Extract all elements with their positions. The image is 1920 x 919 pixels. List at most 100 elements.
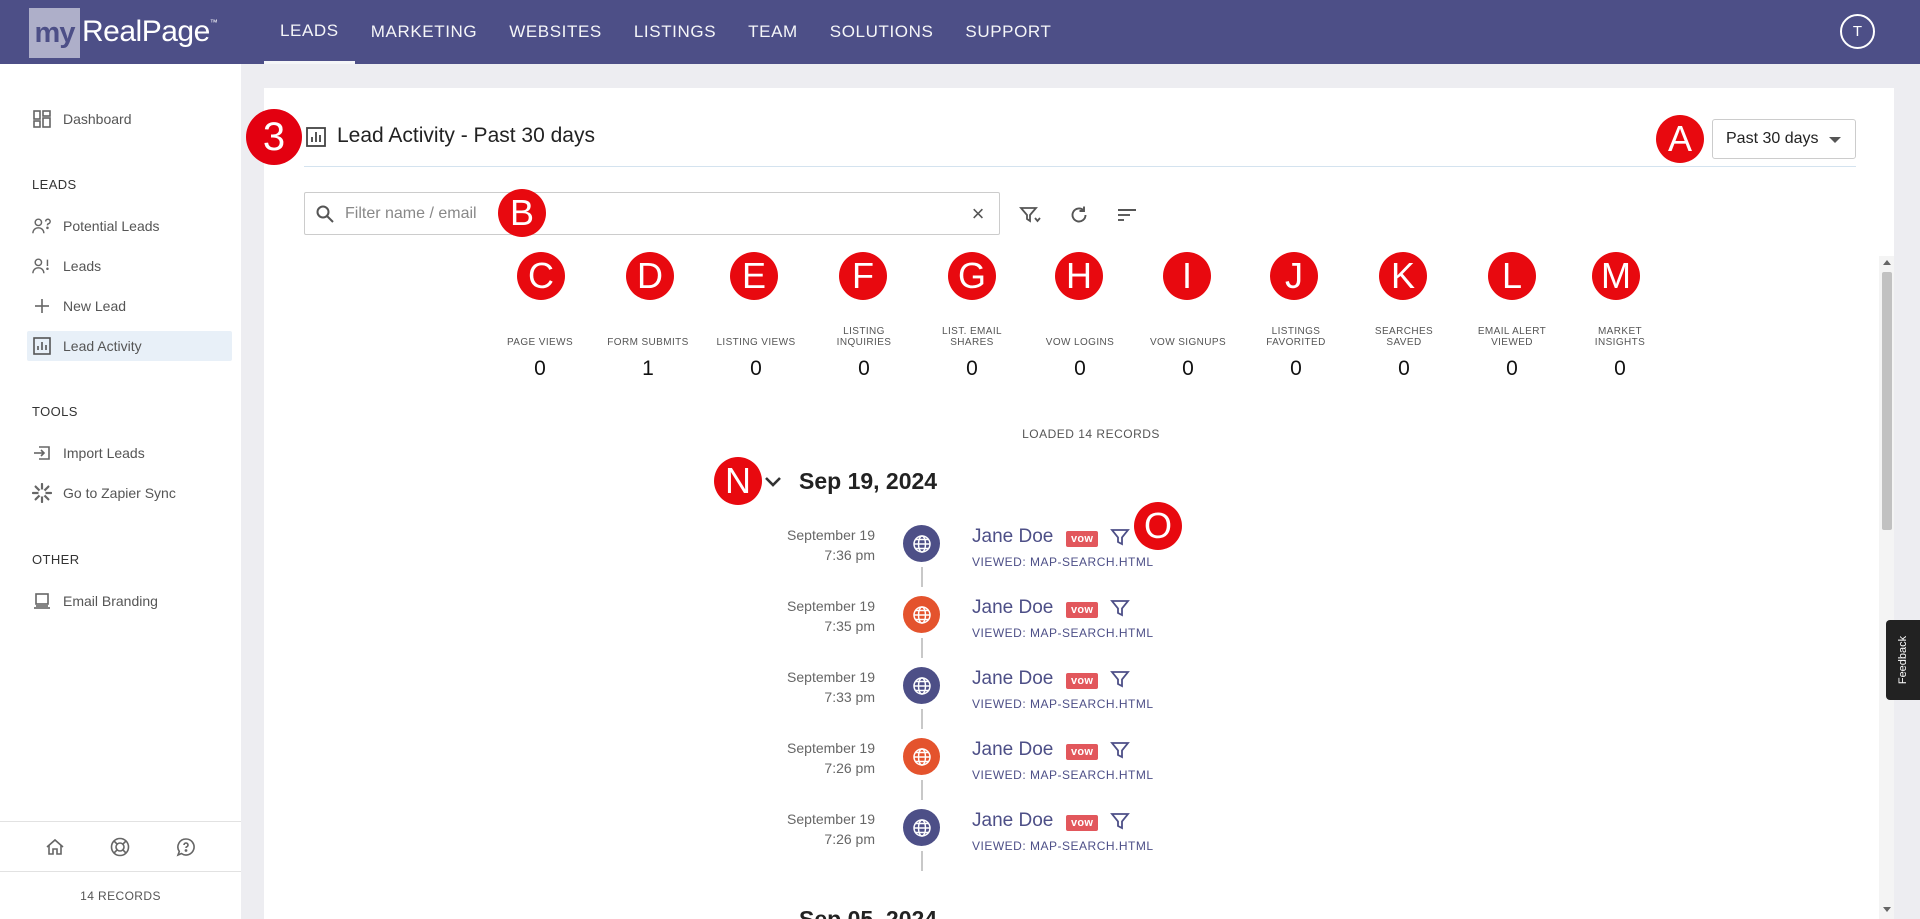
globe-icon	[903, 809, 940, 846]
stat-list-email-shares[interactable]: LIST. EMAIL SHARES 0	[926, 314, 1018, 381]
sidebar-item-label: Potential Leads	[63, 218, 160, 234]
sidebar-header-leads: LEADS	[32, 177, 77, 192]
event-date: September 19	[787, 598, 875, 614]
stat-value: 0	[1182, 357, 1194, 380]
filter-icon[interactable]	[1110, 740, 1132, 762]
event-action-label: VIEWED:	[972, 697, 1027, 711]
help-chat-icon[interactable]	[174, 835, 198, 859]
person-question-icon	[32, 216, 52, 236]
sidebar-item-potential-leads[interactable]: Potential Leads	[27, 211, 232, 241]
stat-label: LISTING INQUIRIES	[836, 326, 892, 348]
lead-name-link[interactable]: Jane Doe	[972, 597, 1053, 619]
stat-listing-views[interactable]: LISTING VIEWS 0	[710, 314, 802, 381]
stat-vow-logins[interactable]: VOW LOGINS 0	[1034, 314, 1126, 381]
main-nav: LEADS MARKETING WEBSITES LISTINGS TEAM S…	[264, 0, 1067, 64]
sidebar-item-email-branding[interactable]: Email Branding	[27, 586, 232, 616]
stat-value: 1	[642, 357, 654, 380]
timeline-connector	[921, 851, 923, 871]
stat-listing-inquiries[interactable]: LISTING INQUIRIES 0	[818, 314, 910, 381]
plus-icon	[32, 296, 52, 316]
annotation-badge-a: A	[1656, 115, 1704, 163]
event-action: VIEWED: MAP-SEARCH.HTML	[972, 697, 1154, 711]
filter-icon[interactable]	[1110, 669, 1132, 691]
scrollbar-thumb[interactable]	[1882, 272, 1892, 530]
scroll-up-arrow-icon[interactable]	[1883, 260, 1891, 265]
page-title: Lead Activity - Past 30 days	[337, 124, 595, 147]
stat-vow-signups[interactable]: VOW SIGNUPS 0	[1142, 314, 1234, 381]
annotation-badge-h: H	[1055, 252, 1103, 300]
globe-icon	[903, 667, 940, 704]
stat-page-views[interactable]: PAGE VIEWS 0	[494, 314, 586, 381]
sidebar-item-label: Email Branding	[63, 593, 158, 609]
nav-listings[interactable]: LISTINGS	[618, 0, 732, 64]
filter-dropdown-icon[interactable]	[1018, 203, 1042, 227]
stat-value: 0	[1398, 357, 1410, 380]
logo-my-mark: my	[29, 8, 80, 58]
stat-email-alert-viewed[interactable]: EMAIL ALERT VIEWED 0	[1466, 314, 1558, 381]
event-datetime: September 19 7:26 pm	[700, 738, 875, 778]
event-time: 7:26 pm	[824, 760, 875, 776]
refresh-icon[interactable]	[1067, 203, 1091, 227]
logo-trademark: ™	[209, 18, 218, 27]
lead-name-link[interactable]: Jane Doe	[972, 739, 1053, 761]
sidebar-records-count: 14 RECORDS	[0, 871, 241, 919]
stat-form-submits[interactable]: FORM SUBMITS 1	[602, 314, 694, 381]
filter-icon[interactable]	[1110, 527, 1132, 549]
nav-support[interactable]: SUPPORT	[949, 0, 1067, 64]
scroll-down-arrow-icon[interactable]	[1883, 907, 1891, 912]
user-avatar[interactable]: T	[1840, 14, 1875, 49]
stat-searches-saved[interactable]: SEARCHES SAVED 0	[1358, 314, 1450, 381]
date-range-value: Past 30 days	[1726, 130, 1819, 147]
dashboard-icon	[32, 109, 52, 129]
sidebar-item-leads[interactable]: Leads	[27, 251, 232, 281]
feedback-tab[interactable]: Feedback	[1886, 620, 1920, 700]
sidebar-item-dashboard[interactable]: Dashboard	[27, 104, 232, 134]
lead-name-link[interactable]: Jane Doe	[972, 810, 1053, 832]
clear-icon[interactable]: ×	[967, 203, 989, 225]
loaded-records-text: LOADED 14 RECORDS	[1022, 427, 1160, 441]
globe-icon	[903, 525, 940, 562]
sidebar-item-new-lead[interactable]: New Lead	[27, 291, 232, 321]
sidebar-header-tools: TOOLS	[32, 404, 78, 419]
vow-badge: vow	[1066, 602, 1099, 618]
chevron-down-icon[interactable]	[762, 470, 784, 492]
vow-badge: vow	[1066, 531, 1099, 547]
stat-label: LIST. EMAIL SHARES	[942, 326, 1002, 348]
lead-name-link[interactable]: Jane Doe	[972, 668, 1053, 690]
annotation-badge-b: B	[498, 189, 546, 237]
sidebar-item-lead-activity[interactable]: Lead Activity	[27, 331, 232, 361]
home-icon[interactable]	[43, 835, 67, 859]
lead-name-link[interactable]: Jane Doe	[972, 526, 1053, 548]
annotation-badge-n: N	[714, 457, 762, 505]
next-day-heading: Sep 05, 2024	[799, 906, 938, 919]
stat-value: 0	[1506, 357, 1518, 380]
feedback-label: Feedback	[1897, 635, 1909, 685]
bar-chart-icon	[306, 127, 326, 147]
sidebar-item-label: New Lead	[63, 298, 127, 314]
nav-team[interactable]: TEAM	[732, 0, 814, 64]
stat-value: 0	[1290, 357, 1302, 380]
event-action-label: VIEWED:	[972, 626, 1027, 640]
stat-market-insights[interactable]: MARKET INSIGHTS 0	[1574, 314, 1666, 381]
event-datetime: September 19 7:35 pm	[700, 596, 875, 636]
myrealpage-logo[interactable]: my RealPage ™	[29, 8, 218, 58]
nav-marketing[interactable]: MARKETING	[355, 0, 493, 64]
nav-websites[interactable]: WEBSITES	[493, 0, 618, 64]
lifebuoy-icon[interactable]	[108, 835, 132, 859]
sidebar-item-import-leads[interactable]: Import Leads	[27, 438, 232, 468]
event-datetime: September 19 7:36 pm	[700, 525, 875, 565]
search-input[interactable]	[345, 199, 945, 229]
sidebar-item-zapier-sync[interactable]: Go to Zapier Sync	[27, 478, 232, 508]
sidebar-item-label: Import Leads	[63, 445, 145, 461]
sort-icon[interactable]	[1115, 203, 1139, 227]
title-divider	[304, 166, 1856, 167]
nav-solutions[interactable]: SOLUTIONS	[814, 0, 950, 64]
stat-value: 0	[1614, 357, 1626, 380]
nav-leads[interactable]: LEADS	[264, 0, 355, 64]
event-action-label: VIEWED:	[972, 839, 1027, 853]
filter-icon[interactable]	[1110, 598, 1132, 620]
annotation-badge-o: O	[1134, 502, 1182, 550]
stat-listings-favorited[interactable]: LISTINGS FAVORITED 0	[1250, 314, 1342, 381]
date-range-select[interactable]: Past 30 days	[1712, 119, 1856, 159]
filter-icon[interactable]	[1110, 811, 1132, 833]
